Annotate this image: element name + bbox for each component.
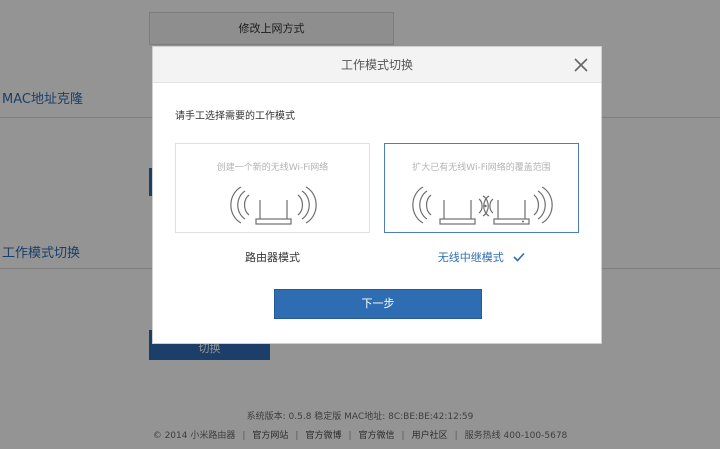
repeater-mode-label-text: 无线中继模式	[437, 251, 504, 264]
router-mode-label[interactable]: 路由器模式	[175, 249, 370, 265]
repeater-mode-description: 扩大已有无线Wi-Fi网络的覆盖范围	[412, 163, 551, 173]
router-mode-description: 创建一个新的无线Wi-Fi网络	[216, 163, 329, 173]
work-mode-dialog: 工作模式切换 请手工选择需要的工作模式 创建一个新的无线Wi-Fi网络 扩大已有…	[152, 46, 602, 344]
repeater-wifi-icon	[412, 186, 553, 225]
dialog-title: 工作模式切换	[340, 58, 413, 72]
router-wifi-icon	[230, 186, 317, 225]
next-step-button[interactable]: 下一步	[274, 289, 482, 319]
checkmark-icon	[513, 252, 525, 262]
repeater-mode-label[interactable]: 无线中继模式	[384, 249, 579, 265]
close-icon[interactable]	[571, 55, 591, 75]
settings-page: 修改上网方式 MAC地址克隆 工作模式切换 切换 系统版本: 0.5.8 稳定版…	[0, 0, 720, 449]
router-mode-card[interactable]: 创建一个新的无线Wi-Fi网络	[175, 143, 370, 233]
repeater-mode-card[interactable]: 扩大已有无线Wi-Fi网络的覆盖范围	[384, 143, 579, 233]
dialog-prompt: 请手工选择需要的工作模式	[175, 111, 295, 122]
dialog-header: 工作模式切换	[153, 47, 601, 83]
